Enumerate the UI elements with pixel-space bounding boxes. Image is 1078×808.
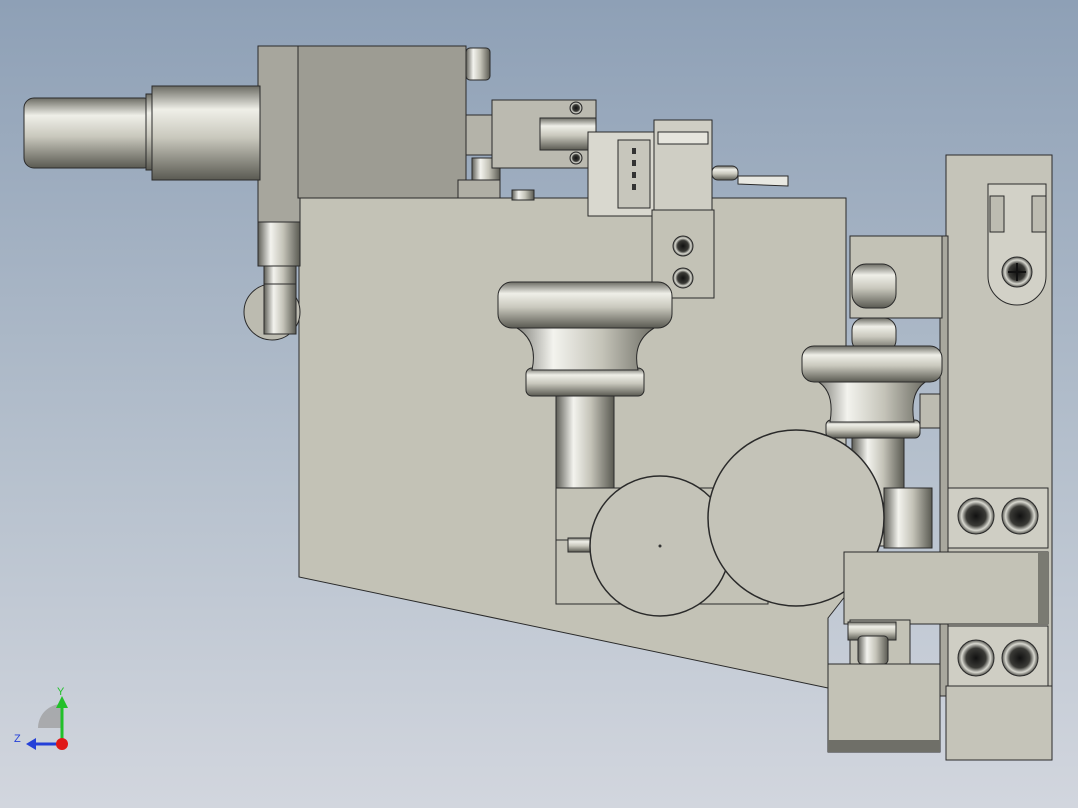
right-lower-block[interactable] — [883, 487, 933, 549]
left-pulley-collar — [525, 367, 645, 397]
bottom-foot-shade — [828, 740, 940, 752]
tensioner-slot-right — [1031, 195, 1047, 233]
bottom-right-block[interactable] — [945, 685, 1053, 761]
sensor-probe — [711, 165, 739, 181]
motor-flange[interactable] — [257, 45, 301, 223]
sensor-led-1 — [632, 148, 636, 154]
left-pulley-shaft[interactable] — [555, 391, 615, 489]
cad-model[interactable] — [0, 0, 1078, 808]
mount-screw-bottom — [672, 267, 694, 289]
y-axis-label: Y — [57, 686, 65, 698]
sensor-head-lip — [657, 131, 709, 145]
z-axis-label: Z — [14, 733, 21, 745]
cap-screw-3[interactable] — [957, 639, 995, 677]
base-cross-bar-shade — [1038, 552, 1048, 624]
cad-viewport[interactable]: Y Z — [0, 0, 1078, 808]
cap-screw-1[interactable] — [957, 497, 995, 535]
motor-shaft-outer[interactable] — [23, 97, 155, 169]
clamp-screw-bottom — [569, 151, 583, 165]
top-screw-base — [457, 179, 501, 199]
right-pulley-collar — [825, 419, 921, 439]
cap-screw-2[interactable] — [1001, 497, 1039, 535]
sensor-led-3 — [632, 172, 636, 178]
motor-body[interactable] — [297, 45, 467, 199]
pneumatic-fitting-nut — [257, 221, 301, 267]
guide-roller-small-top — [851, 263, 897, 309]
sensor-led-2 — [632, 160, 636, 166]
pneumatic-fitting-stem — [263, 283, 297, 335]
sensor-blade — [737, 175, 789, 187]
right-side-tab — [919, 393, 941, 429]
drive-roller-left-center — [658, 544, 662, 548]
z-axis-head — [26, 738, 36, 750]
clamp-screw-top — [569, 101, 583, 115]
top-screw-right — [511, 189, 535, 201]
bottom-foot-block[interactable] — [827, 663, 941, 753]
base-cross-bar[interactable] — [843, 551, 1049, 625]
sensor-led-4 — [632, 184, 636, 190]
triad-origin — [56, 738, 68, 750]
left-pulley-rim[interactable] — [497, 281, 673, 329]
tensioner-slot-left — [989, 195, 1005, 233]
cap-screw-4[interactable] — [1001, 639, 1039, 677]
motor-rear-tab — [465, 47, 491, 81]
coordinate-triad: Y Z — [14, 686, 68, 750]
spring-screw-shank — [857, 635, 889, 665]
mount-screw-top — [672, 235, 694, 257]
motor-shaft-inner[interactable] — [151, 85, 261, 181]
right-pulley-rim[interactable] — [801, 345, 943, 383]
